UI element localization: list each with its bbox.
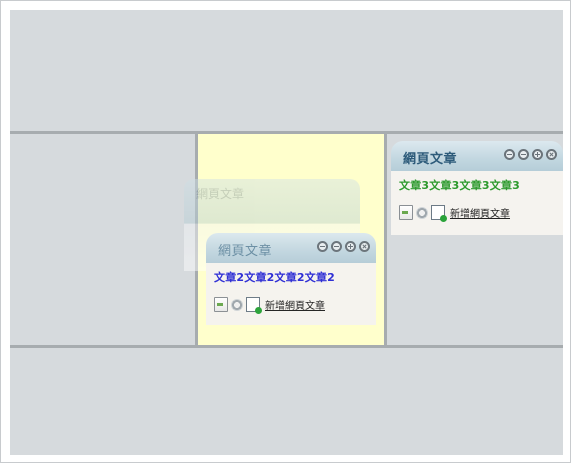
widget-middle-title: 網頁文章 bbox=[218, 244, 273, 259]
widget-middle-body: 文章2文章2文章2文章2 新增網頁文章 bbox=[206, 263, 376, 325]
minimize-icon[interactable] bbox=[504, 149, 515, 160]
expand-icon[interactable] bbox=[532, 149, 543, 160]
top-drop-zone[interactable] bbox=[10, 10, 563, 131]
minimize-icon[interactable] bbox=[317, 241, 328, 252]
horizontal-divider-bottom bbox=[10, 345, 563, 348]
widget-right-article[interactable]: 文章3文章3文章3文章3 bbox=[399, 177, 555, 193]
widget-middle-new-link[interactable]: 新增網頁文章 bbox=[265, 297, 325, 312]
layout-frame: 網頁文章 網頁文章 文章2文章2文章2文章2 新增網頁文章 網頁文章 文章3文章… bbox=[0, 0, 571, 463]
new-page-icon[interactable] bbox=[246, 297, 262, 314]
close-icon[interactable] bbox=[359, 241, 370, 252]
maximize-icon[interactable] bbox=[331, 241, 342, 252]
horizontal-divider-top bbox=[10, 131, 563, 134]
left-drop-zone[interactable] bbox=[10, 134, 195, 345]
ghost-title: 網頁文章 bbox=[196, 187, 245, 201]
new-page-icon[interactable] bbox=[431, 205, 447, 222]
close-icon[interactable] bbox=[546, 149, 557, 160]
gear-icon[interactable] bbox=[231, 298, 243, 311]
widget-right: 網頁文章 文章3文章3文章3文章3 新增網頁文章 bbox=[391, 141, 563, 235]
widget-right-title: 網頁文章 bbox=[403, 152, 458, 167]
gear-icon[interactable] bbox=[416, 206, 428, 219]
widget-middle: 網頁文章 文章2文章2文章2文章2 新增網頁文章 bbox=[206, 233, 376, 325]
maximize-icon[interactable] bbox=[518, 149, 529, 160]
widget-right-toolbar: 新增網頁文章 bbox=[399, 205, 555, 222]
widget-middle-controls bbox=[317, 241, 370, 252]
expand-icon[interactable] bbox=[345, 241, 356, 252]
vertical-divider-right bbox=[384, 134, 387, 345]
widget-middle-toolbar: 新增網頁文章 bbox=[214, 297, 368, 314]
widget-middle-titlebar[interactable]: 網頁文章 bbox=[206, 233, 376, 263]
widget-right-new-link[interactable]: 新增網頁文章 bbox=[450, 205, 510, 220]
widget-right-body: 文章3文章3文章3文章3 新增網頁文章 bbox=[391, 171, 563, 235]
document-icon[interactable] bbox=[399, 205, 413, 220]
bottom-drop-zone[interactable] bbox=[10, 348, 563, 455]
widget-right-controls bbox=[504, 149, 557, 160]
document-icon[interactable] bbox=[214, 297, 228, 312]
widget-middle-article[interactable]: 文章2文章2文章2文章2 bbox=[214, 269, 368, 285]
widget-right-titlebar[interactable]: 網頁文章 bbox=[391, 141, 563, 171]
